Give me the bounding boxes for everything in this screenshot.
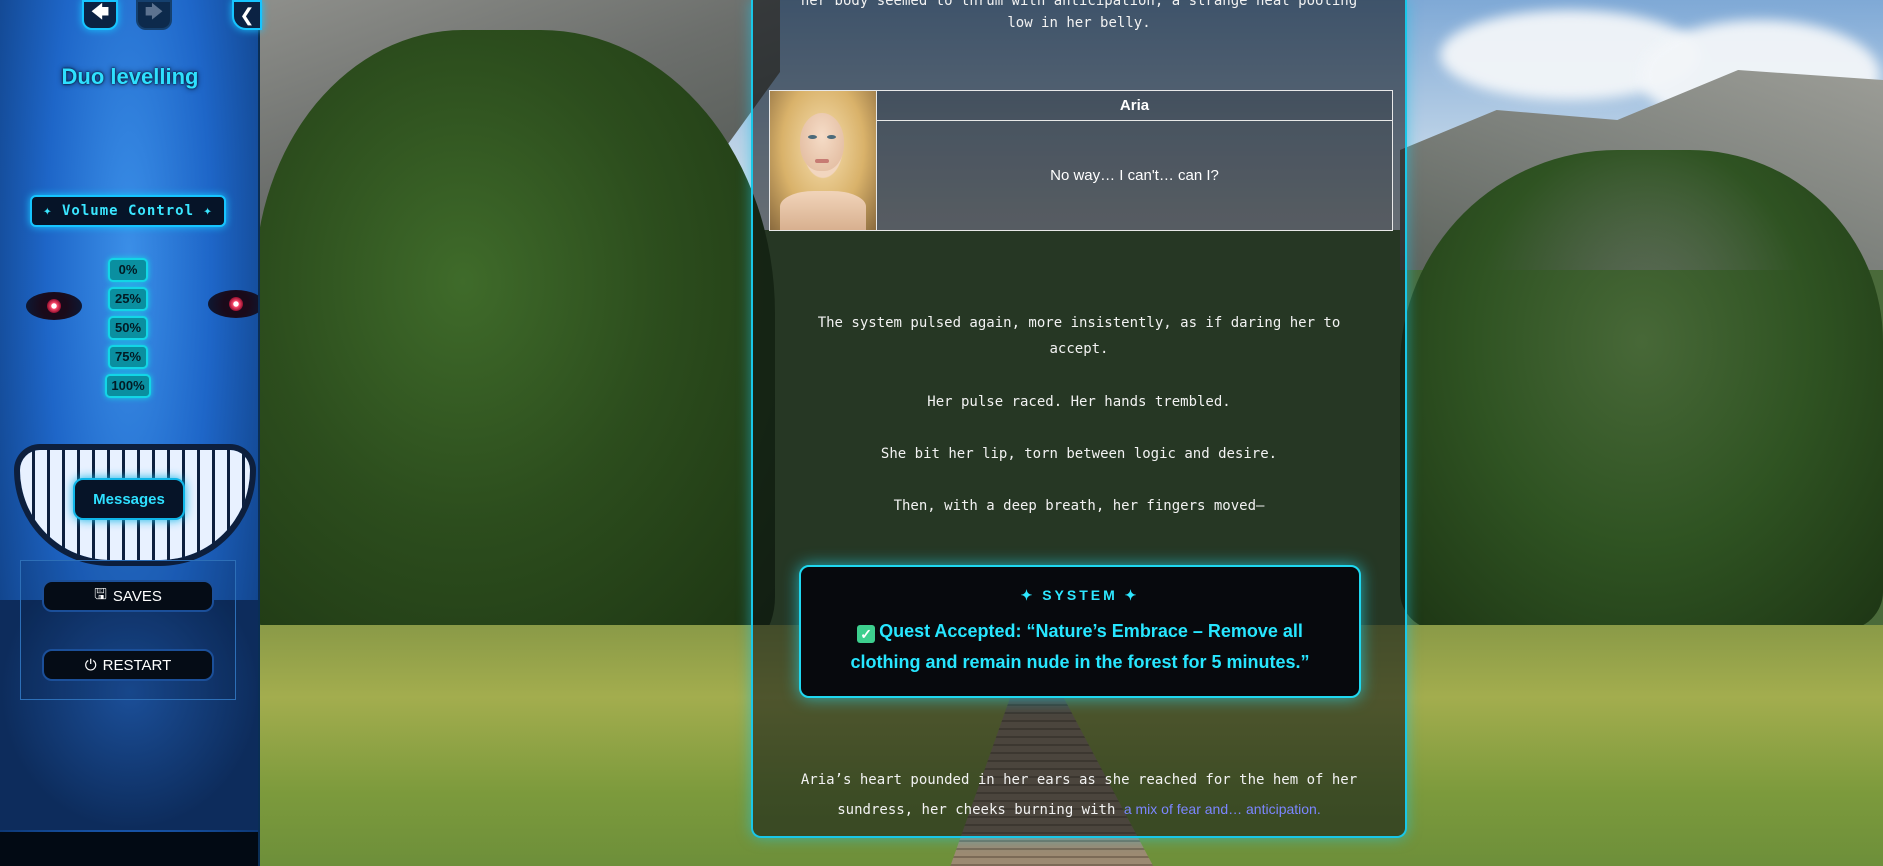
checkbox-checked-icon: ✓	[857, 625, 876, 643]
messages-button[interactable]: Messages	[73, 478, 185, 520]
volume-options: 0% 25% 50% 75% 100%	[104, 258, 152, 403]
system-title: ✦ SYSTEM ✦	[1020, 587, 1140, 603]
story-text: The system pulsed again, more insistentl…	[817, 315, 1341, 331]
quest-text: Quest Accepted: “Nature’s Embrace – Remo…	[850, 621, 1310, 672]
story-text: sundress, her cheeks burning with a mix …	[753, 796, 1405, 823]
back-button[interactable]: 🡄	[82, 0, 118, 30]
app-title: Duo levelling	[61, 64, 199, 89]
trees-left	[255, 30, 775, 660]
arrow-right-icon: 🡆	[144, 2, 164, 22]
chevron-left-icon: ❮	[239, 4, 255, 25]
artwork-eye-right	[208, 290, 258, 318]
story-text: Her pulse raced. Her hands trembled.	[927, 394, 1231, 410]
story-text: low in her belly.	[1007, 15, 1151, 31]
story-text-segment: sundress, her cheeks burning with	[837, 802, 1116, 818]
volume-25-button[interactable]: 25%	[108, 287, 148, 311]
collapse-sidebar-button[interactable]: ❮	[232, 0, 262, 30]
story-panel: her body seemed to thrum with anticipati…	[751, 0, 1407, 838]
forward-button[interactable]: 🡆	[136, 0, 172, 30]
restart-label: RESTART	[102, 656, 172, 674]
trees-right	[1400, 150, 1883, 630]
dialogue-box: Aria No way… I can't… can I?	[769, 90, 1393, 231]
arrow-left-icon: 🡄	[90, 2, 110, 22]
power-icon: ⏻	[84, 656, 97, 674]
volume-75-button[interactable]: 75%	[108, 345, 148, 369]
volume-50-button[interactable]: 50%	[108, 316, 148, 340]
character-portrait	[770, 91, 876, 230]
dialogue-text: No way… I can't… can I?	[876, 121, 1392, 230]
highlighted-phrase: a mix of fear and… anticipation.	[1123, 801, 1321, 817]
artwork-eye-left	[26, 292, 82, 320]
story-text: Aria’s heart pounded in her ears as she …	[800, 772, 1358, 788]
volume-control-title: ✦ Volume Control ✦	[30, 195, 226, 227]
quest-message: ✓ Quest Accepted: “Nature’s Embrace – Rem…	[841, 616, 1319, 678]
saves-label: SAVES	[112, 587, 162, 605]
floppy-disk-icon: 🖫	[94, 585, 107, 603]
volume-100-button[interactable]: 100%	[105, 374, 151, 398]
story-text: accept.	[1049, 341, 1109, 357]
story-text: She bit her lip, torn between logic and …	[880, 446, 1278, 462]
sidebar-footer	[0, 832, 258, 866]
restart-button[interactable]: ⏻ RESTART	[42, 649, 214, 681]
saves-button[interactable]: 🖫 SAVES	[42, 580, 214, 612]
volume-0-button[interactable]: 0%	[108, 258, 148, 282]
character-name: Aria	[876, 91, 1392, 121]
story-text: Then, with a deep breath, her fingers mo…	[893, 498, 1265, 514]
system-notification: ✦ SYSTEM ✦ ✓ Quest Accepted: “Nature’s Em…	[799, 565, 1361, 698]
sidebar: 🡄 🡆 Duo levelling ✦ Volume Control ✦ 0% …	[0, 0, 260, 866]
